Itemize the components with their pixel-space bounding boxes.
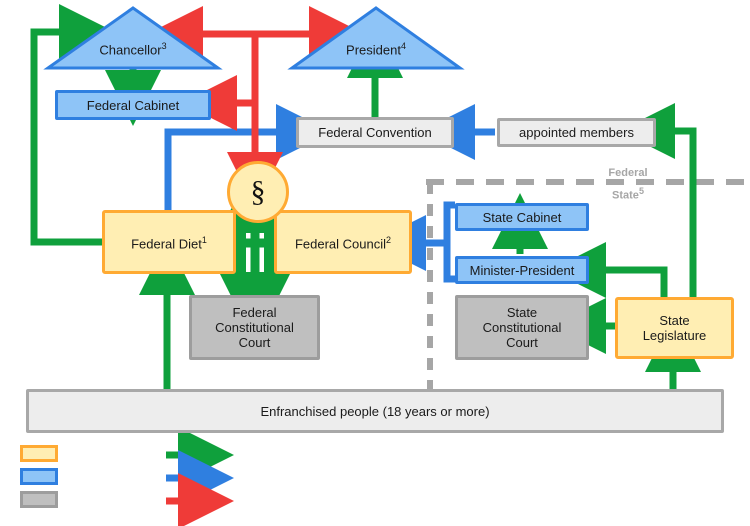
state-cabinet-box[interactable]: State Cabinet: [455, 203, 589, 231]
political-system-diagram: Chancellor3 President4 Federal Cabinet F…: [0, 0, 750, 526]
fcc-line1: Federal: [232, 305, 277, 320]
divider-state-label: State5: [612, 186, 644, 202]
president-note: 4: [400, 41, 406, 51]
president-text: President: [346, 42, 401, 58]
chancellor-label: Chancellor3: [48, 41, 218, 57]
president-label: President4: [292, 41, 460, 57]
federal-council-note: 2: [386, 234, 392, 245]
arrow-state-government-to-federal-council: [370, 201, 455, 283]
fcc-line2: Constitutional: [215, 320, 294, 335]
appointed-members-box[interactable]: appointed members: [497, 118, 656, 147]
legend-swatch-gray: [20, 491, 58, 508]
federal-cabinet-label: Federal Cabinet: [86, 97, 180, 113]
federal-council-label: Federal Council2: [294, 234, 392, 252]
arrow-state-legislature-to-minister-president: [550, 242, 668, 298]
scc-line3: Court: [506, 335, 538, 350]
state-constitutional-court-box[interactable]: State Constitutional Court: [455, 295, 589, 360]
federal-diet-note: 1: [201, 234, 207, 245]
scc-line1: State: [506, 305, 538, 320]
president-triangle-shape: [287, 6, 465, 70]
minister-president-box[interactable]: Minister-President: [455, 256, 589, 284]
chancellor-note: 3: [161, 41, 167, 51]
state-legislature-line2: Legislature: [642, 328, 707, 343]
federal-convention-box[interactable]: Federal Convention: [296, 117, 454, 148]
state-cabinet-label: State Cabinet: [482, 209, 562, 225]
federal-constitutional-court-box[interactable]: Federal Constitutional Court: [189, 295, 320, 360]
federal-diet-box[interactable]: Federal Diet1: [102, 210, 236, 274]
scc-line2: Constitutional: [482, 320, 562, 335]
appointed-members-label: appointed members: [519, 125, 634, 140]
federal-council-box[interactable]: Federal Council2: [274, 210, 412, 274]
fcc-line3: Court: [238, 335, 271, 350]
federal-convention-label: Federal Convention: [318, 125, 432, 140]
state-legislature-line1: State: [659, 313, 690, 328]
constitution-symbol[interactable]: §: [227, 161, 289, 223]
minister-president-label: Minister-President: [469, 262, 575, 278]
federal-cabinet-box[interactable]: Federal Cabinet: [55, 90, 211, 120]
federal-diet-label: Federal Diet1: [131, 234, 207, 252]
chancellor-triangle-shape: [43, 6, 223, 70]
electorate-box[interactable]: Enfranchised people (18 years or more): [26, 389, 724, 433]
legend-swatch-orange: [20, 445, 58, 462]
divider-state-note: 5: [638, 186, 644, 196]
legend-swatch-blue: [20, 468, 58, 485]
state-legislature-box[interactable]: State Legislature: [615, 297, 734, 359]
chancellor-text: Chancellor: [99, 42, 162, 58]
constitution-label: §: [250, 175, 266, 208]
electorate-label: Enfranchised people (18 years or more): [260, 403, 490, 419]
divider-federal-label: Federal: [608, 167, 648, 179]
